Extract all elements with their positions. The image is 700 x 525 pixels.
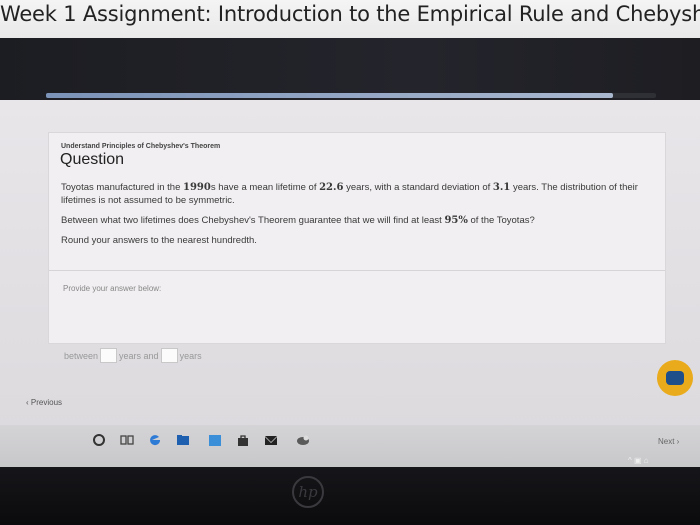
- answer-prefix: between: [64, 350, 99, 361]
- shopping-bag-icon[interactable]: [236, 433, 250, 447]
- rounding-instruction: Round your answers to the nearest hundre…: [61, 235, 257, 246]
- previous-button[interactable]: ‹ Previous: [26, 398, 62, 407]
- provide-answer-label: Provide your answer below:: [63, 284, 162, 293]
- edge-browser-icon[interactable]: [148, 433, 162, 447]
- divider: [49, 270, 665, 271]
- topic-label: Understand Principles of Chebyshev's The…: [61, 143, 221, 150]
- taskbar: [0, 425, 700, 467]
- app-icon[interactable]: [296, 433, 310, 447]
- chat-bubble-icon: [666, 371, 684, 385]
- question-text: Toyotas manufactured in the 1990s have a…: [61, 181, 651, 254]
- progress-bar: [46, 93, 656, 98]
- cortana-icon[interactable]: [92, 433, 106, 447]
- answer-suffix: years: [179, 350, 202, 361]
- assignment-title: Week 1 Assignment: Introduction to the E…: [0, 2, 700, 26]
- lower-bound-input[interactable]: [100, 348, 118, 363]
- question-paragraph-1: Toyotas manufactured in the 1990s have a…: [61, 182, 638, 206]
- system-tray-icon[interactable]: ^ ▣ ⌂: [628, 456, 649, 465]
- hp-logo: hp: [292, 476, 324, 508]
- question-heading: Question: [60, 151, 125, 168]
- chat-feedback-button[interactable]: [657, 360, 693, 396]
- laptop-bezel: [0, 467, 700, 525]
- app-header: i: [0, 38, 700, 122]
- store-icon[interactable]: [208, 433, 222, 447]
- upper-bound-input[interactable]: [160, 348, 178, 363]
- task-view-icon[interactable]: [120, 433, 134, 447]
- next-button[interactable]: Next ›: [658, 437, 679, 446]
- question-card: Understand Principles of Chebyshev's The…: [48, 132, 666, 344]
- file-explorer-icon[interactable]: [176, 433, 190, 447]
- question-paragraph-2: Between what two lifetimes does Chebyshe…: [61, 215, 535, 226]
- answer-row: between years and years: [64, 348, 202, 363]
- progress-fill: [46, 93, 614, 98]
- answer-middle: years and: [119, 350, 159, 361]
- question-area: Understand Principles of Chebyshev's The…: [0, 100, 700, 435]
- mail-icon[interactable]: [264, 433, 278, 447]
- document-title-strip: Week 1 Assignment: Introduction to the E…: [0, 0, 700, 38]
